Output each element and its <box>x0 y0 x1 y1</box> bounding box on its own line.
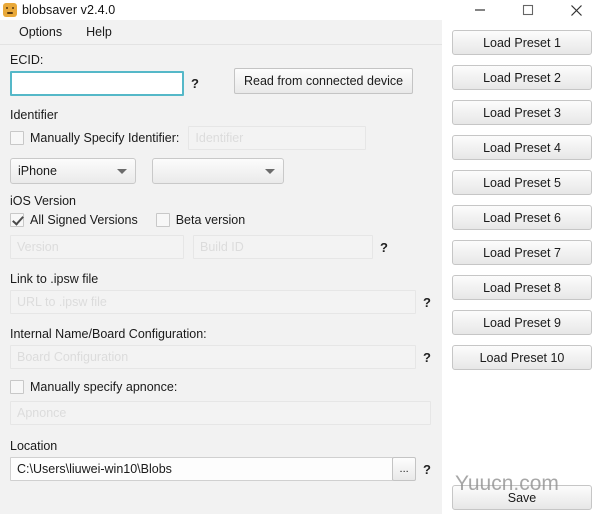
menu-item-help[interactable]: Help <box>77 22 121 42</box>
beta-version-label: Beta version <box>175 213 246 227</box>
save-button[interactable]: Save <box>452 485 592 510</box>
load-preset-2-button[interactable]: Load Preset 2 <box>452 65 592 90</box>
board-config-row: ? <box>10 345 432 369</box>
board-config-help-icon[interactable]: ? <box>423 350 432 365</box>
apnonce-checkbox-row: Manually specify apnonce: <box>10 379 432 395</box>
manual-identifier-checkbox[interactable] <box>10 131 24 145</box>
device-selectors-row: iPhone <box>10 158 432 184</box>
chevron-down-icon <box>265 169 275 174</box>
ios-version-section-label: iOS Version <box>10 194 77 208</box>
load-preset-7-button[interactable]: Load Preset 7 <box>452 240 592 265</box>
load-preset-4-button[interactable]: Load Preset 4 <box>452 135 592 160</box>
load-preset-9-button[interactable]: Load Preset 9 <box>452 310 592 335</box>
ipsw-url-input[interactable] <box>10 290 416 314</box>
beta-version-checkbox[interactable] <box>155 213 170 227</box>
device-model-dropdown[interactable] <box>152 158 284 184</box>
identifier-input[interactable] <box>188 126 367 150</box>
window-title: blobsaver v2.4.0 <box>22 3 116 17</box>
presets-pane: Load Preset 1 Load Preset 2 Load Preset … <box>442 20 600 514</box>
board-config-label: Internal Name/Board Configuration: <box>10 327 207 341</box>
ipsw-help-icon[interactable]: ? <box>423 295 432 310</box>
all-signed-versions-label: All Signed Versions <box>30 213 138 227</box>
load-preset-6-button[interactable]: Load Preset 6 <box>452 205 592 230</box>
settings-form: ECID: ? Identifier Manually Specify Iden… <box>0 45 442 514</box>
device-type-dropdown[interactable]: iPhone <box>10 158 136 184</box>
ecid-help-icon[interactable]: ? <box>191 76 200 91</box>
maximize-icon[interactable] <box>504 0 552 20</box>
version-input[interactable] <box>10 235 184 259</box>
manual-apnonce-label: Manually specify apnonce: <box>30 380 178 394</box>
load-preset-5-button[interactable]: Load Preset 5 <box>452 170 592 195</box>
apnonce-row <box>10 401 432 425</box>
location-input[interactable] <box>10 457 394 481</box>
ipsw-link-label: Link to .ipsw file <box>10 272 99 286</box>
minimize-icon[interactable] <box>456 0 504 20</box>
ecid-label: ECID: <box>10 53 44 67</box>
load-preset-3-button[interactable]: Load Preset 3 <box>452 100 592 125</box>
version-fields-row: ? <box>10 235 432 259</box>
ecid-input[interactable] <box>10 71 184 96</box>
manual-identifier-row: Manually Specify Identifier: <box>10 126 432 150</box>
location-row: ... ? <box>10 457 432 481</box>
all-signed-versions-checkbox[interactable] <box>10 213 24 227</box>
location-help-icon[interactable]: ? <box>423 462 432 477</box>
browse-location-button[interactable]: ... <box>392 457 416 481</box>
window-controls <box>456 0 600 20</box>
blobsaver-window: blobsaver v2.4.0 Options Help ECID: ? Id… <box>0 0 600 514</box>
build-id-input[interactable] <box>193 235 373 259</box>
blobsaver-app-icon <box>3 3 17 17</box>
location-label: Location <box>10 439 58 453</box>
chevron-down-icon <box>117 169 127 174</box>
manual-identifier-label: Manually Specify Identifier: <box>30 131 180 145</box>
load-preset-1-button[interactable]: Load Preset 1 <box>452 30 592 55</box>
main-form-pane: Options Help ECID: ? Identifier Manually… <box>0 20 442 514</box>
ipsw-link-row: ? <box>10 290 432 314</box>
load-preset-10-button[interactable]: Load Preset 10 <box>452 345 592 370</box>
device-type-value: iPhone <box>18 164 57 178</box>
manual-apnonce-checkbox[interactable] <box>10 380 24 394</box>
load-preset-8-button[interactable]: Load Preset 8 <box>452 275 592 300</box>
board-config-input[interactable] <box>10 345 416 369</box>
read-from-connected-device-button[interactable]: Read from connected device <box>234 68 414 94</box>
apnonce-input[interactable] <box>10 401 431 425</box>
identifier-section-label: Identifier <box>10 108 58 122</box>
menu-bar: Options Help <box>0 20 442 45</box>
ios-version-checkbox-row: All Signed Versions Beta version <box>10 212 432 228</box>
close-icon[interactable] <box>552 0 600 20</box>
ios-version-help-icon[interactable]: ? <box>380 240 389 255</box>
menu-item-options[interactable]: Options <box>10 22 71 42</box>
title-bar: blobsaver v2.4.0 <box>0 0 600 20</box>
